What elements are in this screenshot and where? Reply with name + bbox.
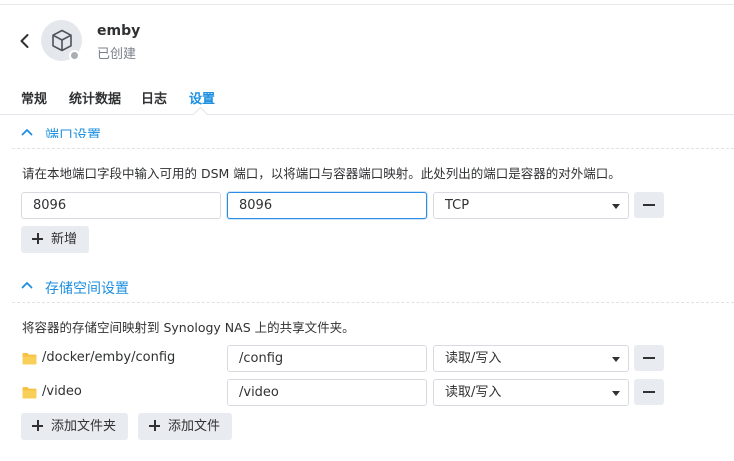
chevron-up-icon: [21, 129, 33, 136]
tab-general[interactable]: 常规: [21, 88, 47, 107]
add-port-label: 新增: [51, 232, 78, 247]
back-button[interactable]: [18, 32, 32, 50]
chevron-up-icon: [21, 282, 33, 289]
access-mode-select[interactable]: 读取/写入: [433, 379, 629, 406]
mount-path-input[interactable]: /video: [227, 379, 427, 406]
port-section-divider: [12, 148, 734, 149]
caret-down-icon: [612, 357, 620, 362]
storage-section-divider: [12, 302, 734, 303]
mount-path-input[interactable]: /config: [227, 345, 427, 372]
top-divider: [0, 4, 734, 5]
access-mode-value: 读取/写入: [445, 385, 502, 400]
add-file-button[interactable]: 添加文件: [138, 413, 233, 440]
caret-down-icon: [612, 391, 620, 396]
add-folder-button[interactable]: 添加文件夹: [21, 413, 129, 440]
add-folder-label: 添加文件夹: [51, 419, 117, 434]
plus-icon: [32, 233, 43, 244]
app-name: emby: [97, 23, 141, 39]
host-folder-path: /video: [42, 384, 82, 399]
port-section-description: 请在本地端口字段中输入可用的 DSM 端口，以将端口与容器端口映射。此处列出的端…: [22, 166, 621, 181]
storage-section-description: 将容器的存储空间映射到 Synology NAS 上的共享文件夹。: [22, 320, 355, 335]
folder-icon: [22, 353, 37, 365]
chevron-left-icon: [20, 34, 29, 48]
access-mode-value: 读取/写入: [445, 351, 502, 366]
container-port-input[interactable]: 8096: [227, 192, 427, 219]
remove-volume-button[interactable]: [634, 345, 664, 371]
add-port-button[interactable]: 新增: [21, 226, 90, 253]
package-cube-icon: [52, 29, 72, 52]
protocol-select[interactable]: TCP: [433, 192, 629, 219]
plus-icon: [32, 420, 43, 431]
folder-icon: [22, 387, 37, 399]
plus-icon: [149, 420, 160, 431]
tab-bar: 常规 统计数据 日志 设置: [0, 78, 734, 115]
remove-port-button[interactable]: [634, 192, 664, 218]
storage-section-title: 存储空间设置: [45, 281, 129, 297]
status-indicator: [69, 50, 80, 61]
active-tab-pointer: [193, 107, 208, 115]
tab-logs[interactable]: 日志: [141, 88, 167, 107]
remove-volume-button[interactable]: [634, 379, 664, 405]
host-folder-path: /docker/emby/config: [42, 350, 176, 365]
access-mode-select[interactable]: 读取/写入: [433, 345, 629, 372]
tab-statistics[interactable]: 统计数据: [69, 88, 121, 107]
protocol-value: TCP: [445, 198, 470, 213]
app-status: 已创建: [97, 47, 137, 62]
port-section-title: 端口设置: [45, 128, 101, 138]
add-file-label: 添加文件: [168, 419, 221, 434]
local-port-input[interactable]: 8096: [21, 192, 221, 219]
port-section-header-clip: 端口设置: [0, 115, 734, 138]
tab-settings[interactable]: 设置: [189, 88, 215, 107]
caret-down-icon: [612, 204, 620, 209]
